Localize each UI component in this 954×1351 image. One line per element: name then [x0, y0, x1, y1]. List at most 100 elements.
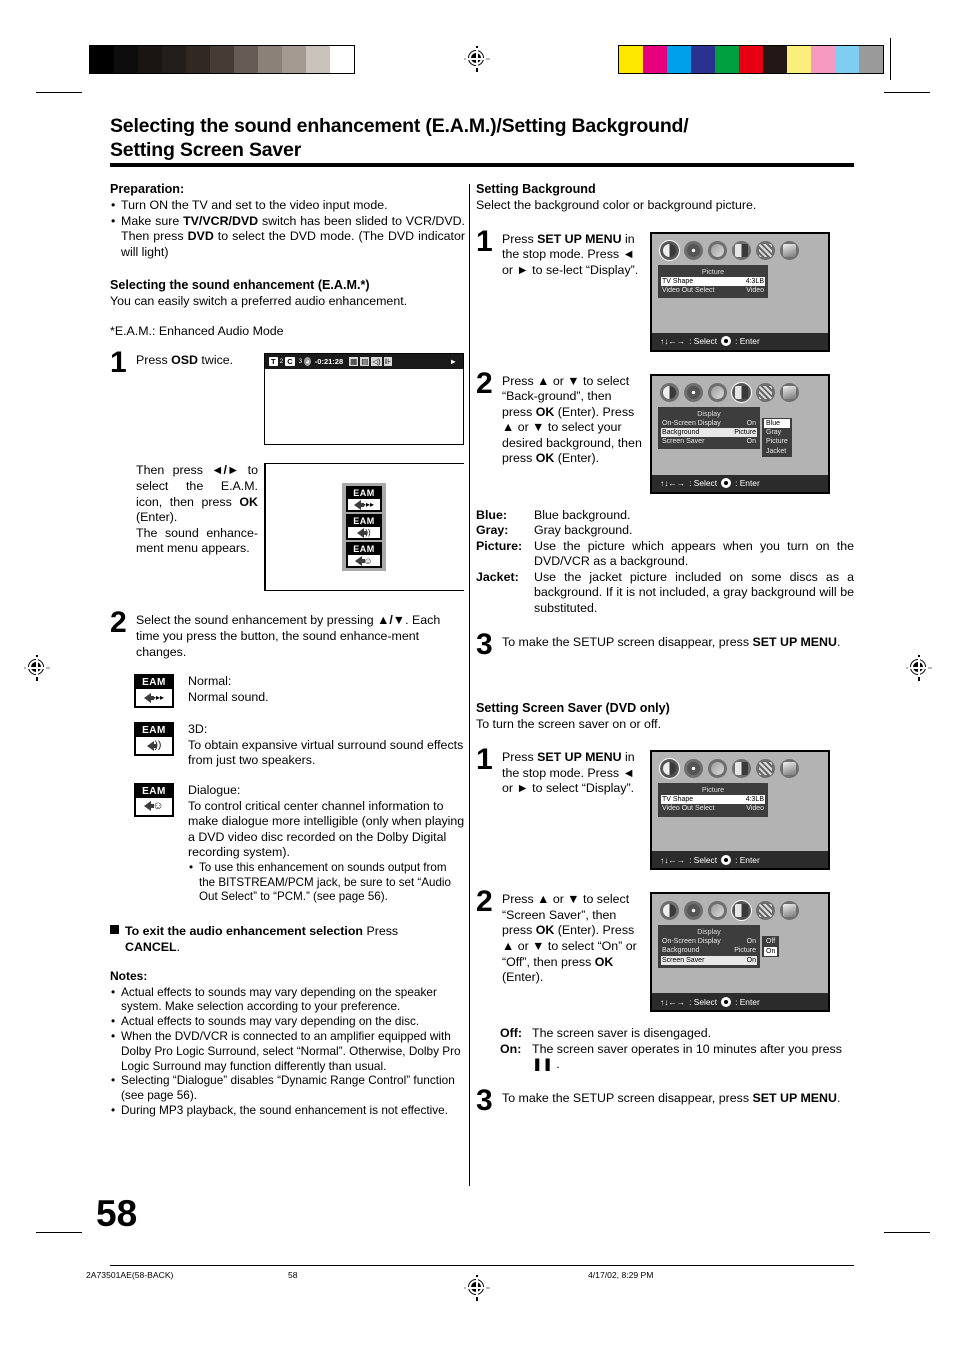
osd-play-icon: ► — [449, 357, 457, 367]
setup-tabs — [652, 894, 828, 923]
setup-menu-footer: ↑↓←→ : Select : Enter — [652, 332, 828, 350]
tab-picture-icon[interactable] — [660, 901, 679, 921]
tab-others-icon[interactable] — [780, 901, 799, 921]
tab-picture-icon[interactable] — [659, 758, 680, 780]
color-calibration-bar — [618, 45, 884, 74]
tab-display-icon[interactable] — [731, 381, 752, 403]
eam-dialogue-icon: EAM ☺ — [134, 782, 174, 817]
tab-language-icon[interactable] — [708, 901, 727, 921]
registration-mark-bottom — [464, 1275, 490, 1301]
tab-display-icon[interactable] — [731, 900, 752, 922]
select-hint: : Select — [689, 996, 718, 1007]
menu-row-osd[interactable]: On-Screen Display On — [661, 937, 757, 946]
eam-mode-dialogue: EAM ☺ Dialogue: To control critical cent… — [134, 782, 465, 905]
tab-others-icon[interactable] — [780, 240, 799, 260]
tab-language-icon[interactable] — [708, 759, 727, 779]
tab-language-icon[interactable] — [708, 382, 727, 402]
menu-row-screen-saver[interactable]: Screen Saver On — [661, 955, 757, 965]
bg2-or1: or — [549, 373, 568, 388]
color-swatch — [715, 46, 739, 73]
eam-label: EAM — [348, 516, 380, 528]
speaker-icon — [357, 527, 368, 538]
osd-icon-group-1: ▦ — [349, 357, 359, 367]
tab-audio-icon[interactable] — [684, 382, 703, 402]
menu-row-tv-shape[interactable]: TV Shape 4:3LB — [661, 795, 765, 805]
gray-swatch — [210, 46, 234, 73]
eam-section-intro: You can easily switch a preferred audio … — [110, 294, 408, 309]
footer-doc-code: 2A73501AE(58-BACK) — [86, 1270, 174, 1280]
setup-menu-picture-panel: Picture TV Shape 4:3LB Video Out Select Vi… — [658, 264, 768, 298]
step1-text-c: twice. — [197, 353, 234, 368]
menu-row-tv-shape[interactable]: TV Shape 4:3LB — [661, 276, 765, 286]
tab-display-icon[interactable] — [732, 759, 751, 779]
tab-parental-icon[interactable] — [756, 901, 775, 921]
tab-parental-icon[interactable] — [756, 759, 775, 779]
tab-others-icon[interactable] — [780, 759, 799, 779]
down-arrow-icon: ▼ — [567, 892, 580, 907]
menu-row-video-out[interactable]: Video Out Select Video — [661, 286, 765, 295]
arrow-keys-icon: ↑↓←→ — [660, 854, 686, 865]
gray-swatch — [138, 46, 162, 73]
square-bullet-icon — [110, 924, 119, 934]
eam-mode-dialogue-text: Dialogue: To control critical center cha… — [188, 783, 465, 905]
right-column: Setting Background Select the background… — [476, 182, 854, 1115]
submenu-option-picture[interactable]: Picture — [764, 437, 790, 446]
osd-time: -0:21:28 — [314, 357, 344, 367]
menu-row-label: TV Shape — [662, 796, 694, 804]
tab-audio-icon[interactable] — [684, 240, 703, 260]
tab-parental-icon[interactable] — [756, 382, 775, 402]
setup-tabs — [652, 234, 828, 263]
osd-level-icon: ⊪ — [383, 357, 393, 367]
def-val-gray: Gray background. — [534, 523, 633, 538]
tab-parental-icon[interactable] — [756, 240, 775, 260]
def-key-picture: Picture: — [476, 538, 523, 553]
enter-hint: : Enter — [735, 478, 760, 488]
eam-label: EAM — [136, 784, 172, 798]
crop-mark-bottom-right — [884, 1232, 930, 1234]
tab-others-icon[interactable] — [780, 382, 799, 402]
eam-mode-3d-text: 3D: To obtain expansive virtual surround… — [188, 722, 465, 769]
submenu-option-jacket[interactable]: Jacket — [764, 447, 790, 456]
tab-audio-icon[interactable] — [684, 759, 703, 779]
tab-picture-icon[interactable] — [660, 382, 679, 402]
bg-step-1-text: Press SET UP MENU in the stop mode. Pres… — [502, 232, 644, 279]
column-divider — [469, 184, 471, 1186]
menu-row-screen-saver[interactable]: Screen Saver On — [661, 437, 757, 446]
tab-display-icon[interactable] — [732, 240, 751, 260]
ok-label-2: OK — [594, 954, 614, 969]
gray-swatch — [258, 46, 282, 73]
def-key-off: Off: — [500, 1026, 523, 1041]
left-step-1-followup: Then press ◄/► to select the E.A.M. icon… — [110, 463, 465, 592]
tab-picture-icon[interactable] — [659, 239, 680, 261]
ok-button-icon — [721, 854, 732, 865]
menu-row-video-out[interactable]: Video Out Select Video — [661, 804, 765, 813]
osd-status-bar-figure: T 2 C 3 ◕ -0:21:28 ▦ ▤ ◁) ⊪ ► — [264, 353, 464, 446]
ss1-a: Press — [502, 750, 538, 765]
enter-hint: : Enter — [735, 336, 760, 346]
crop-mark-top-right — [884, 92, 930, 94]
menu-row-value: On — [746, 956, 756, 964]
submenu-option-blue[interactable]: Blue — [764, 418, 790, 428]
bg-step-2-number: 2 — [476, 366, 493, 400]
page-title-line1: Selecting the sound enhancement (E.A.M.)… — [110, 115, 689, 137]
screensaver-intro: To turn the screen saver on or off. — [476, 716, 662, 731]
eam-mode-normal-text: Normal: Normal sound. — [188, 674, 465, 705]
submenu-option-off[interactable]: Off — [764, 937, 777, 946]
submenu-option-on[interactable]: On — [764, 946, 778, 956]
setup-menu-display-saver-figure: Display On-Screen Display On Background Pi… — [650, 892, 830, 1013]
menu-row-background[interactable]: Background Picture — [661, 427, 757, 437]
step1-osd-label: OSD — [171, 353, 198, 368]
tab-language-icon[interactable] — [708, 240, 727, 260]
osd-t-indicator: T — [269, 357, 278, 367]
exit-period: . — [176, 939, 181, 954]
menu-row-value: On — [746, 437, 756, 445]
gray-swatch — [114, 46, 138, 73]
setup-menu-footer: ↑↓←→ : Select : Enter — [652, 474, 828, 492]
note-item: Selecting “Dialogue” disables “Dynamic R… — [110, 1073, 465, 1103]
registration-mark-right — [906, 655, 932, 681]
menu-row-osd[interactable]: On-Screen Display On — [661, 419, 757, 428]
enter-hint: : Enter — [735, 996, 760, 1007]
menu-row-background[interactable]: Background Picture — [661, 946, 757, 955]
submenu-option-gray[interactable]: Gray — [764, 428, 790, 437]
tab-audio-icon[interactable] — [684, 901, 703, 921]
